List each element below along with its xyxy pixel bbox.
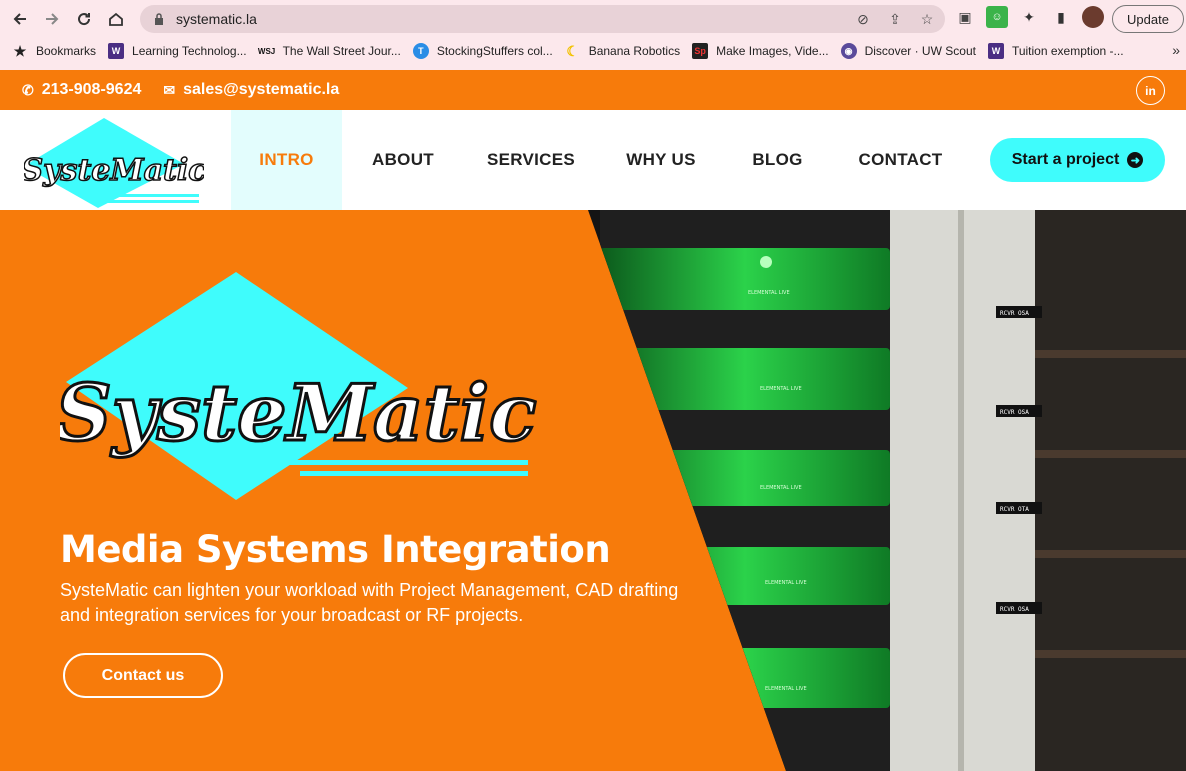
share-icon[interactable]: ⇪	[885, 9, 905, 29]
star-icon[interactable]: ☆	[917, 9, 937, 29]
svg-text:ELEMENTAL LIVE: ELEMENTAL LIVE	[765, 686, 807, 692]
extension-icon[interactable]: ▣	[954, 6, 976, 28]
forward-icon[interactable]	[36, 3, 68, 35]
bookmark-item[interactable]: W Tuition exemption -...	[987, 43, 1124, 59]
sp-icon: Sp	[692, 43, 709, 59]
hero-description: SysteMatic can lighten your workload wit…	[60, 580, 679, 625]
envelope-icon: ✉	[163, 81, 176, 98]
nav-about[interactable]: ABOUT	[360, 110, 446, 210]
contact-us-button[interactable]: Contact us	[63, 653, 223, 698]
svg-text:RCVR OSA: RCVR OSA	[1000, 310, 1029, 317]
svg-text:RCVR OSA: RCVR OSA	[1000, 606, 1029, 613]
svg-text:RCVR OTA: RCVR OTA	[1000, 506, 1029, 513]
sidepanel-icon[interactable]: ▮	[1050, 6, 1072, 28]
t-icon: T	[412, 43, 429, 59]
w-icon: W	[987, 43, 1004, 59]
svg-text:ELEMENTAL LIVE: ELEMENTAL LIVE	[760, 386, 802, 392]
svg-text:RCVR OSA: RCVR OSA	[1000, 409, 1029, 416]
extensions-area: ▣ ☺ ✦ ▮	[954, 6, 1104, 28]
phone-link[interactable]: ✆ 213-908-9624	[22, 81, 141, 99]
bookmark-item[interactable]: Sp Make Images, Vide...	[692, 43, 829, 59]
phone-number: 213-908-9624	[41, 81, 142, 98]
chevron-right-icon[interactable]: »	[1172, 42, 1180, 58]
bookmark-item[interactable]: ★ Bookmarks	[12, 43, 96, 59]
eye-off-icon[interactable]: ⊘	[853, 9, 873, 29]
contact-bar: ✆ 213-908-9624 ✉ sales@systematic.la in	[0, 70, 1186, 110]
email-address: sales@systematic.la	[183, 81, 340, 98]
email-link[interactable]: ✉ sales@systematic.la	[163, 81, 339, 99]
svg-text:ELEMENTAL LIVE: ELEMENTAL LIVE	[748, 290, 790, 296]
site-logo[interactable]: SysteMatic	[24, 118, 204, 208]
extension-icon[interactable]: ☺	[986, 6, 1008, 28]
svg-text:SysteMatic: SysteMatic	[24, 153, 204, 188]
browser-chrome: systematic.la ⊘ ⇪ ☆ ▣ ☺ ✦ ▮ Update ★ Boo…	[0, 0, 1186, 70]
nav-services[interactable]: SERVICES	[478, 110, 584, 210]
banana-icon: ☾	[566, 42, 579, 59]
hero-title: Media Systems Integration	[60, 528, 611, 571]
svg-text:SysteMatic: SysteMatic	[60, 368, 537, 459]
avatar[interactable]	[1082, 6, 1104, 28]
scout-icon: ◉	[840, 43, 857, 59]
hero-logo: SysteMatic	[60, 272, 538, 500]
reload-icon[interactable]	[68, 3, 100, 35]
back-icon[interactable]	[4, 3, 36, 35]
w-icon: W	[108, 43, 125, 59]
bookmarks-bar: ★ Bookmarks W Learning Technolog... WSJ …	[0, 38, 1186, 64]
phone-icon: ✆	[22, 81, 34, 98]
site-header: SysteMatic INTRO ABOUT SERVICES WHY US B…	[0, 110, 1186, 210]
nav-blog[interactable]: BLOG	[740, 110, 815, 210]
url-text: systematic.la	[176, 11, 257, 27]
bookmark-item[interactable]: WSJ The Wall Street Jour...	[257, 43, 401, 59]
linkedin-icon[interactable]: in	[1136, 76, 1165, 105]
wsj-icon: WSJ	[257, 46, 276, 56]
bookmark-item[interactable]: ◉ Discover · UW Scout	[840, 43, 976, 59]
hero-section: RCVR OSA RCVR OSA RCVR OTA RCVR OSA ELEM…	[0, 210, 1186, 771]
star-icon: ★	[13, 42, 27, 59]
update-button[interactable]: Update	[1112, 5, 1184, 33]
arrow-right-icon: ➜	[1127, 152, 1144, 168]
start-project-button[interactable]: Start a project ➜	[990, 138, 1165, 182]
address-bar[interactable]: systematic.la ⊘ ⇪ ☆	[140, 5, 945, 33]
bookmark-item[interactable]: T StockingStuffers col...	[412, 43, 553, 59]
svg-text:ELEMENTAL LIVE: ELEMENTAL LIVE	[765, 580, 807, 586]
nav-intro[interactable]: INTRO	[231, 110, 342, 210]
nav-contact[interactable]: CONTACT	[848, 110, 953, 210]
puzzle-icon[interactable]: ✦	[1018, 6, 1040, 28]
bookmark-item[interactable]: W Learning Technolog...	[108, 43, 247, 59]
bookmark-item[interactable]: ☾ Banana Robotics	[565, 43, 680, 59]
lock-icon	[152, 12, 166, 26]
svg-text:ELEMENTAL LIVE: ELEMENTAL LIVE	[760, 485, 802, 491]
nav-why-us[interactable]: WHY US	[614, 110, 708, 210]
home-icon[interactable]	[100, 3, 132, 35]
